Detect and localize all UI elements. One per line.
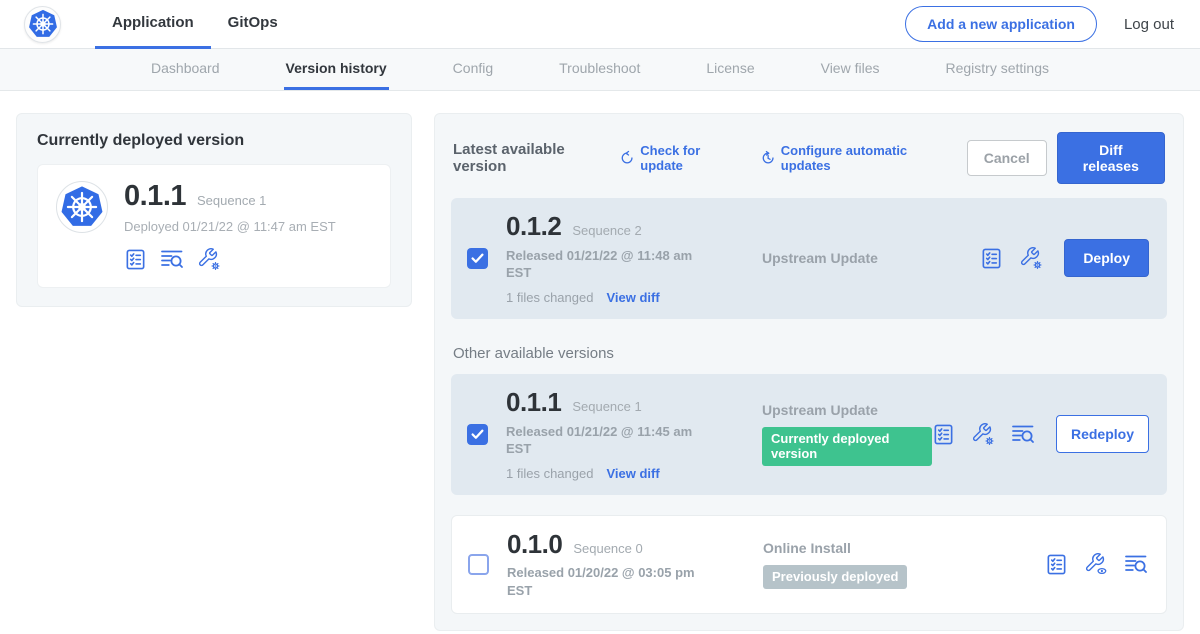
kubernetes-logo-icon <box>28 9 58 39</box>
sequence-label: Sequence 0 <box>573 541 642 556</box>
view-config-icon[interactable] <box>1084 552 1108 576</box>
check-for-update-label: Check for update <box>640 143 734 173</box>
tab-gitops[interactable]: GitOps <box>211 0 295 49</box>
version-info: 0.1.1 Sequence 1 Released 01/21/22 @ 11:… <box>506 388 720 481</box>
add-application-button[interactable]: Add a new application <box>905 6 1097 42</box>
subnav-item-dashboard[interactable]: Dashboard <box>149 49 222 90</box>
previously-deployed-badge: Previously deployed <box>763 565 907 589</box>
files-changed-label: 1 files changed <box>506 290 593 305</box>
view-diff-link[interactable]: View diff <box>606 290 659 305</box>
app-icon-circle <box>56 181 108 233</box>
release-notes-icon[interactable] <box>932 423 955 446</box>
version-card-0-1-2: 0.1.2 Sequence 2 Released 01/21/22 @ 11:… <box>451 198 1167 319</box>
version-checkbox[interactable] <box>467 424 488 445</box>
currently-deployed-title: Currently deployed version <box>37 132 391 150</box>
top-bar: Application GitOps Add a new application… <box>0 0 1200 49</box>
version-source-label: Online Install <box>763 540 1045 556</box>
available-versions-header: Latest available version Check for updat… <box>453 132 1165 184</box>
refresh-icon <box>620 150 634 166</box>
subnav-item-registry-settings[interactable]: Registry settings <box>944 49 1051 90</box>
release-notes-icon[interactable] <box>980 247 1003 270</box>
version-source-column: Upstream Update Currently deployed versi… <box>762 402 932 466</box>
redeploy-button[interactable]: Redeploy <box>1056 415 1149 453</box>
version-number: 0.1.0 <box>507 530 562 559</box>
subnav-item-troubleshoot[interactable]: Troubleshoot <box>557 49 642 90</box>
configure-automatic-updates-label: Configure automatic updates <box>781 143 941 173</box>
configure-automatic-updates-link[interactable]: Configure automatic updates <box>761 143 941 173</box>
diff-icon[interactable] <box>1011 422 1035 446</box>
version-number: 0.1.1 <box>506 388 561 417</box>
logout-button[interactable]: Log out <box>1124 16 1174 33</box>
checkmark-icon <box>471 253 484 264</box>
deployed-timestamp: Deployed 01/21/22 @ 11:47 am EST <box>124 219 336 234</box>
released-timestamp: Released 01/21/22 @ 11:48 am EST <box>506 247 711 281</box>
deployed-card-actions <box>124 247 336 271</box>
version-source-label: Upstream Update <box>762 402 932 418</box>
version-info: 0.1.0 Sequence 0 Released 01/20/22 @ 03:… <box>507 530 721 599</box>
subnav-item-version-history[interactable]: Version history <box>284 49 389 90</box>
diff-icon[interactable] <box>1124 552 1148 576</box>
edit-config-icon[interactable] <box>971 422 995 446</box>
schedule-update-icon <box>761 150 775 166</box>
release-notes-icon[interactable] <box>1045 553 1068 576</box>
sequence-label: Sequence 2 <box>572 223 641 238</box>
check-for-update-link[interactable]: Check for update <box>620 143 734 173</box>
version-info: 0.1.2 Sequence 2 Released 01/21/22 @ 11:… <box>506 212 720 305</box>
latest-available-title: Latest available version <box>453 141 604 175</box>
other-available-versions-title: Other available versions <box>453 345 1165 362</box>
currently-deployed-panel: Currently deployed version 0.1.1 Sequenc… <box>16 113 412 307</box>
app-logo <box>24 6 61 43</box>
version-actions: Deploy <box>980 239 1151 277</box>
checkmark-icon <box>471 429 484 440</box>
deployed-version-card: 0.1.1 Sequence 1 Deployed 01/21/22 @ 11:… <box>37 164 391 288</box>
released-timestamp: Released 01/20/22 @ 03:05 pm EST <box>507 564 712 598</box>
top-tabs: Application GitOps <box>95 0 295 49</box>
view-diff-link[interactable]: View diff <box>606 466 659 481</box>
subnav-item-view-files[interactable]: View files <box>819 49 882 90</box>
tab-gitops-label: GitOps <box>228 14 278 31</box>
version-source-column: Upstream Update <box>762 250 980 266</box>
diff-releases-button[interactable]: Diff releases <box>1057 132 1165 184</box>
tab-application[interactable]: Application <box>95 0 211 49</box>
app-subnav: Dashboard Version history Config Trouble… <box>0 49 1200 91</box>
available-versions-panel: Latest available version Check for updat… <box>434 113 1184 631</box>
version-checkbox[interactable] <box>467 248 488 269</box>
edit-config-icon[interactable] <box>197 247 221 271</box>
tab-application-label: Application <box>112 14 194 31</box>
released-timestamp: Released 01/21/22 @ 11:45 am EST <box>506 423 711 457</box>
deployed-sequence-label: Sequence 1 <box>197 193 266 208</box>
diff-icon[interactable] <box>160 247 184 271</box>
currently-deployed-badge: Currently deployed version <box>762 427 932 466</box>
subnav-item-license[interactable]: License <box>704 49 756 90</box>
files-changed-label: 1 files changed <box>506 466 593 481</box>
sequence-label: Sequence 1 <box>572 399 641 414</box>
version-card-0-1-0: 0.1.0 Sequence 0 Released 01/20/22 @ 03:… <box>451 515 1167 614</box>
version-actions <box>1045 552 1150 576</box>
version-source-column: Online Install Previously deployed <box>763 540 1045 589</box>
edit-config-icon[interactable] <box>1019 246 1043 270</box>
kubernetes-logo-icon <box>60 185 104 229</box>
version-card-0-1-1: 0.1.1 Sequence 1 Released 01/21/22 @ 11:… <box>451 374 1167 495</box>
release-notes-icon[interactable] <box>124 248 147 271</box>
deployed-version-number: 0.1.1 <box>124 181 186 211</box>
version-number: 0.1.2 <box>506 212 561 241</box>
main-content: Currently deployed version 0.1.1 Sequenc… <box>0 91 1200 631</box>
version-checkbox[interactable] <box>468 554 489 575</box>
deploy-button[interactable]: Deploy <box>1064 239 1149 277</box>
version-actions: Redeploy <box>932 415 1151 453</box>
deployed-version-info: 0.1.1 Sequence 1 Deployed 01/21/22 @ 11:… <box>124 181 336 271</box>
version-source-label: Upstream Update <box>762 250 980 266</box>
cancel-button[interactable]: Cancel <box>967 140 1047 176</box>
subnav-item-config[interactable]: Config <box>451 49 495 90</box>
